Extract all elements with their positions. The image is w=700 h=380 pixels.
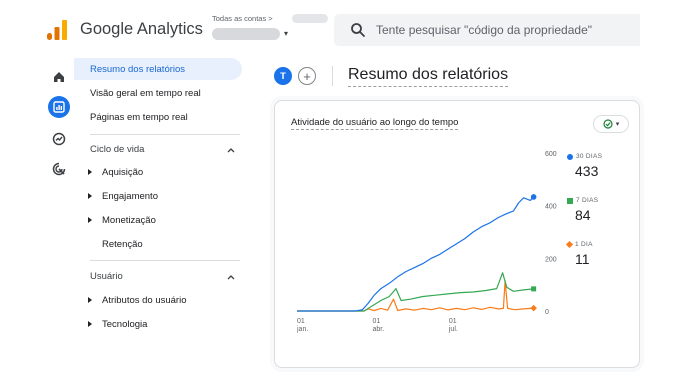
reports-icon[interactable]: [48, 96, 70, 118]
legend-value: 11: [575, 251, 590, 267]
nav-item-label: Engajamento: [102, 190, 158, 202]
y-tick-label: 0: [545, 309, 549, 316]
blue-dot-swatch: [567, 153, 573, 160]
nav-section-user[interactable]: Usuário: [90, 271, 123, 282]
report-navigation: Resumo dos relatórios Visão geral em tem…: [74, 58, 254, 380]
orange-diamond-swatch: [565, 240, 574, 249]
y-tick-label: 200: [545, 256, 557, 263]
series-end-point: [530, 194, 537, 200]
x-tick-label: 01: [297, 318, 305, 325]
legend-1-day: 1 DIA 11: [565, 240, 593, 267]
left-rail: [0, 58, 70, 380]
x-tick-label: jul.: [448, 326, 458, 333]
expand-arrow-icon: [88, 297, 92, 303]
x-tick-label: jan.: [296, 326, 308, 333]
nav-item-label: Tecnologia: [102, 318, 148, 330]
green-square-swatch: [567, 197, 573, 204]
analytics-logo-icon[interactable]: [46, 20, 68, 40]
nav-section-lifecycle[interactable]: Ciclo de vida: [90, 144, 144, 155]
y-tick-label: 400: [545, 204, 557, 211]
legend-label: 1 DIA: [575, 241, 593, 248]
page-title: Resumo dos relatórios: [348, 66, 509, 87]
advertising-icon[interactable]: [48, 158, 70, 180]
series-end-point: [530, 304, 537, 312]
nav-item-user-attributes[interactable]: Atributos do usuário: [74, 289, 242, 311]
legend-label: 7 DIAS: [576, 197, 599, 204]
user-activity-chart: 020040060001jan.01abr.01jul.: [296, 151, 557, 333]
series-end-point: [531, 286, 537, 292]
property-selector[interactable]: [212, 28, 280, 40]
nav-item-label: Atributos do usuário: [102, 294, 187, 306]
expand-arrow-icon: [88, 169, 92, 175]
account-name-redacted: [292, 14, 328, 23]
avatar[interactable]: T: [274, 67, 292, 85]
main-content: T + Resumo dos relatórios Atividade do u…: [256, 58, 700, 380]
chevron-up-icon[interactable]: [226, 145, 236, 155]
x-tick-label: 01: [449, 318, 457, 325]
legend-30-days: 30 DIAS 433: [567, 153, 602, 179]
top-bar: Google Analytics Todas as contas > ▾ Ten…: [0, 0, 700, 58]
explore-icon[interactable]: [48, 128, 70, 150]
nav-item-retention[interactable]: Retenção: [74, 233, 242, 255]
search-icon: [351, 23, 365, 37]
legend-value: 433: [575, 163, 599, 179]
search-input[interactable]: Tente pesquisar "código da propriedade": [376, 23, 592, 37]
caret-down-icon[interactable]: ▾: [284, 29, 288, 38]
nav-item-label: Monetização: [102, 214, 156, 226]
nav-item-realtime-pages[interactable]: Páginas em tempo real: [74, 106, 242, 128]
nav-item-reports-snapshot[interactable]: Resumo dos relatórios: [74, 58, 242, 80]
expand-arrow-icon: [88, 193, 92, 199]
x-tick-label: abr.: [373, 326, 385, 333]
y-tick-label: 600: [545, 151, 557, 158]
series-7-days: [297, 272, 534, 312]
legend-label: 30 DIAS: [576, 153, 603, 160]
title-divider: [332, 66, 333, 86]
series-30-days: [297, 196, 535, 312]
nav-item-monetization[interactable]: Monetização: [74, 209, 242, 231]
legend-7-days: 7 DIAS 84: [567, 197, 598, 223]
expand-arrow-icon: [88, 321, 92, 327]
nav-item-technology[interactable]: Tecnologia: [74, 313, 242, 335]
nav-item-acquisition[interactable]: Aquisição: [74, 161, 242, 183]
title-row: T + Resumo dos relatórios: [274, 64, 694, 88]
nav-divider: [90, 260, 240, 261]
legend-value: 84: [575, 207, 591, 223]
search-bar[interactable]: Tente pesquisar "código da propriedade": [334, 14, 640, 46]
chevron-up-icon[interactable]: [226, 272, 236, 282]
home-icon[interactable]: [48, 66, 70, 88]
expand-arrow-icon: [88, 217, 92, 223]
app-title: Google Analytics: [80, 20, 203, 38]
nav-item-realtime-overview[interactable]: Visão geral em tempo real: [74, 82, 242, 104]
nav-item-engagement[interactable]: Engajamento: [74, 185, 242, 207]
nav-item-label: Aquisição: [102, 166, 144, 178]
x-tick-label: 01: [373, 318, 381, 325]
account-breadcrumb[interactable]: Todas as contas >: [212, 14, 273, 23]
add-comparison-button[interactable]: +: [298, 67, 316, 85]
user-activity-card: Atividade do usuário ao longo do tempo ▾…: [274, 100, 640, 368]
nav-divider: [90, 134, 240, 135]
